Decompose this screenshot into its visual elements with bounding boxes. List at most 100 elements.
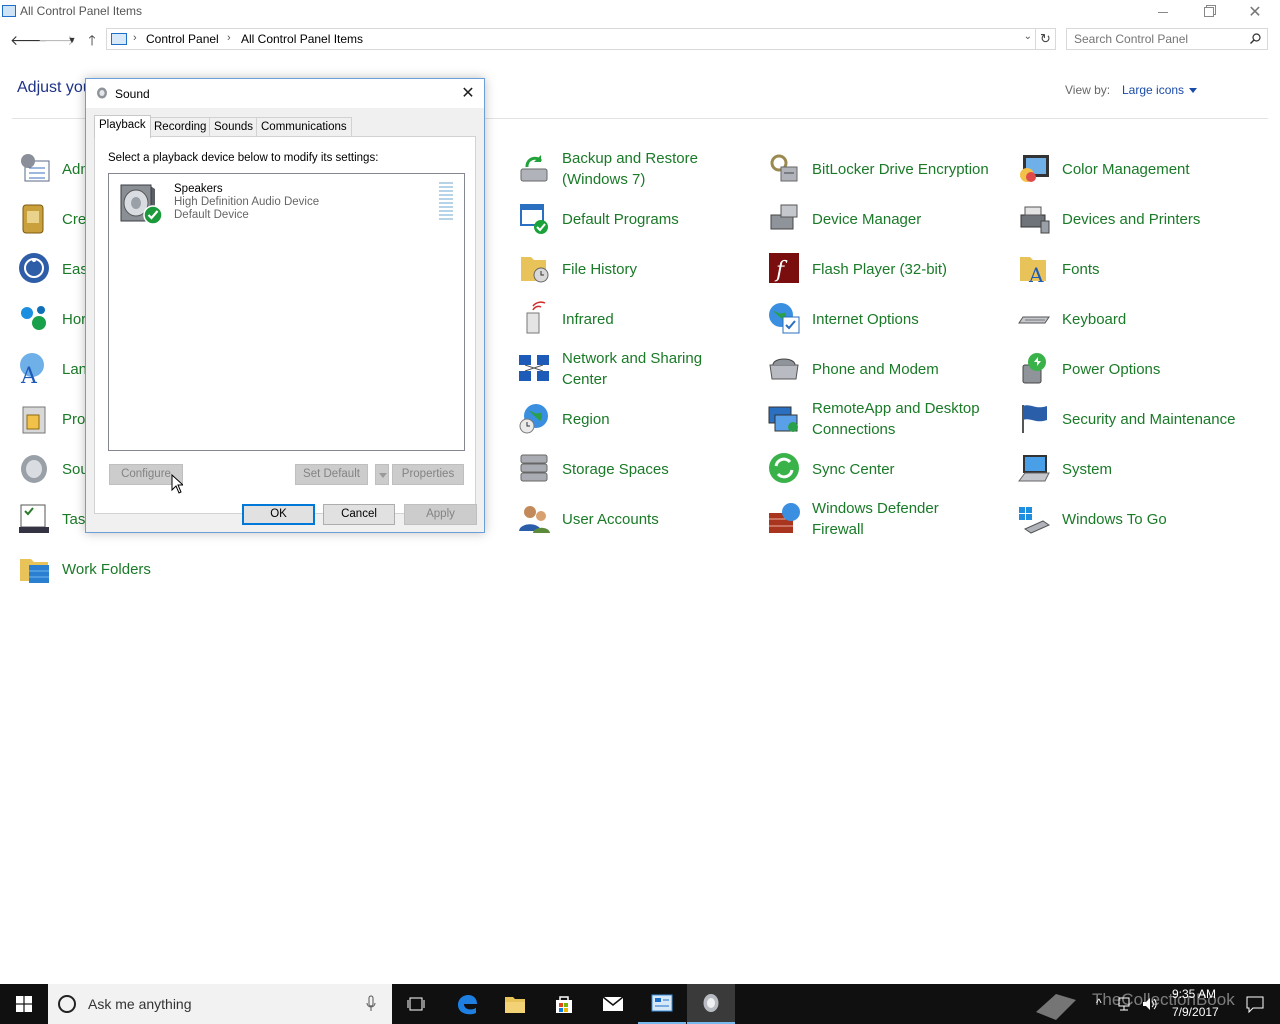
breadcrumb-chevron-icon[interactable]: › <box>133 32 137 44</box>
cortana-search-box[interactable]: Ask me anything <box>48 984 392 1024</box>
taskbar-control-panel[interactable] <box>638 984 686 1024</box>
cp-item-label[interactable]: Sync Center <box>812 459 895 480</box>
network-icon[interactable] <box>1118 996 1134 1012</box>
minimize-button[interactable] <box>1140 0 1186 24</box>
properties-button[interactable]: Properties <box>392 464 464 485</box>
tab-communications[interactable]: Communications <box>256 117 352 137</box>
cp-item-sync-center[interactable]: Sync Center <box>767 447 1007 491</box>
cp-item-label[interactable]: System <box>1062 459 1112 480</box>
show-hidden-icons-chevron-icon[interactable]: ^ <box>1096 996 1102 1010</box>
cp-item-label[interactable]: Devices and Printers <box>1062 209 1200 230</box>
maximize-button[interactable] <box>1186 0 1232 24</box>
cp-item-remoteapp[interactable]: RemoteApp and Desktop Connections <box>767 397 1007 441</box>
cancel-button[interactable]: Cancel <box>323 504 395 525</box>
volume-icon[interactable] <box>1142 996 1158 1012</box>
cp-item-backup-and-restore[interactable]: Backup and Restore (Windows 7) <box>517 147 747 191</box>
action-center-icon[interactable] <box>1246 995 1264 1013</box>
breadcrumb-control-panel[interactable]: Control Panel <box>146 32 219 46</box>
view-by-dropdown[interactable]: Large icons <box>1122 83 1198 97</box>
cp-item-label[interactable]: BitLocker Drive Encryption <box>812 159 989 180</box>
cp-item-label-text[interactable]: RemoteApp and Desktop Connections <box>812 398 997 440</box>
cp-item-label[interactable]: User Accounts <box>562 509 659 530</box>
task-view-button[interactable] <box>392 984 440 1024</box>
cp-item-label[interactable]: Power Options <box>1062 359 1160 380</box>
cp-item-label[interactable]: Region <box>562 409 610 430</box>
clock-time[interactable]: 9:35 AM <box>1172 987 1216 1001</box>
cp-item-windows-firewall[interactable]: Windows Defender Firewall <box>767 497 1007 541</box>
cp-item-flash-player[interactable]: f Flash Player (32-bit) <box>767 247 1007 291</box>
cp-item-internet-options[interactable]: Internet Options <box>767 297 1007 341</box>
taskbar-edge[interactable] <box>443 984 491 1024</box>
address-dropdown-icon[interactable]: ⌄ <box>1024 31 1032 42</box>
clock-date[interactable]: 7/9/2017 <box>1172 1005 1219 1019</box>
cp-item-label[interactable]: Storage Spaces <box>562 459 669 480</box>
cp-item-label[interactable]: Pro <box>62 409 85 430</box>
cp-item-power-options[interactable]: Power Options <box>1017 347 1267 391</box>
device-item-speakers[interactable]: Speakers High Definition Audio Device De… <box>111 176 461 226</box>
search-input[interactable] <box>1067 29 1237 49</box>
cp-item-storage-spaces[interactable]: Storage Spaces <box>517 447 747 491</box>
cp-item-label[interactable]: Security and Maintenance <box>1062 409 1235 430</box>
cp-item-work-folders[interactable]: Work Folders <box>17 547 217 591</box>
taskbar-mail[interactable] <box>589 984 637 1024</box>
cp-item-label[interactable]: Device Manager <box>812 209 921 230</box>
cp-item-label[interactable]: Backup and Restore (Windows 7) <box>562 148 732 190</box>
cp-item-label[interactable]: Network and Sharing Center <box>562 348 732 390</box>
dialog-close-button[interactable]: ✕ <box>456 83 480 105</box>
cp-item-label[interactable]: Windows To Go <box>1062 509 1167 530</box>
set-default-dropdown-icon[interactable] <box>375 464 389 485</box>
taskbar-file-explorer[interactable] <box>491 984 539 1024</box>
cortana-search-text[interactable]: Ask me anything <box>88 996 192 1012</box>
cp-item-label[interactable]: RemoteApp and Desktop Connections <box>812 398 997 440</box>
back-arrow-icon[interactable]: 🡐 <box>10 32 48 48</box>
taskbar-store[interactable] <box>540 984 588 1024</box>
cp-item-label-text[interactable]: Network and Sharing Center <box>562 348 732 390</box>
refresh-icon[interactable]: ↻ <box>1036 28 1056 50</box>
cp-item-label[interactable]: Keyboard <box>1062 309 1126 330</box>
cp-item-label[interactable]: Cre <box>62 209 86 230</box>
cp-item-label[interactable]: Eas <box>62 259 88 280</box>
cp-item-user-accounts[interactable]: User Accounts <box>517 497 747 541</box>
cp-item-fonts[interactable]: A Fonts <box>1017 247 1267 291</box>
cp-item-label[interactable]: Color Management <box>1062 159 1190 180</box>
cp-item-windows-to-go[interactable]: Windows To Go <box>1017 497 1267 541</box>
cp-item-file-history[interactable]: File History <box>517 247 747 291</box>
apply-button[interactable]: Apply <box>404 504 477 525</box>
search-box[interactable] <box>1066 28 1268 50</box>
cp-item-label[interactable]: Internet Options <box>812 309 919 330</box>
up-arrow-icon[interactable]: 🡑 <box>83 32 101 48</box>
cp-item-security-and-maintenance[interactable]: Security and Maintenance <box>1017 397 1267 441</box>
cp-item-keyboard[interactable]: Keyboard <box>1017 297 1267 341</box>
cp-item-label[interactable]: Flash Player (32-bit) <box>812 259 947 280</box>
view-by-value[interactable]: Large icons <box>1122 83 1184 97</box>
close-window-button[interactable]: ✕ <box>1232 0 1278 24</box>
set-default-button[interactable]: Set Default <box>295 464 368 485</box>
address-bar[interactable]: › Control Panel › All Control Panel Item… <box>106 28 1036 50</box>
cp-item-label[interactable]: Infrared <box>562 309 614 330</box>
tab-playback[interactable]: Playback <box>94 115 151 138</box>
device-list[interactable]: Speakers High Definition Audio Device De… <box>108 173 465 451</box>
breadcrumb-all-items[interactable]: All Control Panel Items <box>241 32 363 46</box>
breadcrumb-chevron-icon[interactable]: › <box>227 32 231 44</box>
cp-item-color-management[interactable]: Color Management <box>1017 147 1267 191</box>
cp-item-label-text[interactable]: Windows Defender Firewall <box>812 498 972 540</box>
cp-item-default-programs[interactable]: Default Programs <box>517 197 747 241</box>
cp-item-label[interactable]: Hor <box>62 309 86 330</box>
tab-sounds[interactable]: Sounds <box>209 117 259 137</box>
cp-item-label[interactable]: Lan <box>62 359 87 380</box>
taskbar-sound-dialog[interactable] <box>687 984 735 1024</box>
tab-recording[interactable]: Recording <box>149 117 212 137</box>
cp-item-label[interactable]: Default Programs <box>562 209 679 230</box>
cp-item-system[interactable]: System <box>1017 447 1267 491</box>
ok-button[interactable]: OK <box>242 504 315 525</box>
cp-item-devices-and-printers[interactable]: Devices and Printers <box>1017 197 1267 241</box>
cp-item-label[interactable]: File History <box>562 259 637 280</box>
cp-item-phone-and-modem[interactable]: Phone and Modem <box>767 347 1007 391</box>
cp-item-label[interactable]: Tas <box>62 509 85 530</box>
cp-item-label[interactable]: Phone and Modem <box>812 359 939 380</box>
recent-locations-chevron-icon[interactable]: ▼ <box>63 32 81 48</box>
cp-item-label-text[interactable]: Backup and Restore (Windows 7) <box>562 148 732 190</box>
cp-item-device-manager[interactable]: Device Manager <box>767 197 1007 241</box>
cp-item-bitlocker[interactable]: BitLocker Drive Encryption <box>767 147 1007 191</box>
cp-item-region[interactable]: Region <box>517 397 747 441</box>
